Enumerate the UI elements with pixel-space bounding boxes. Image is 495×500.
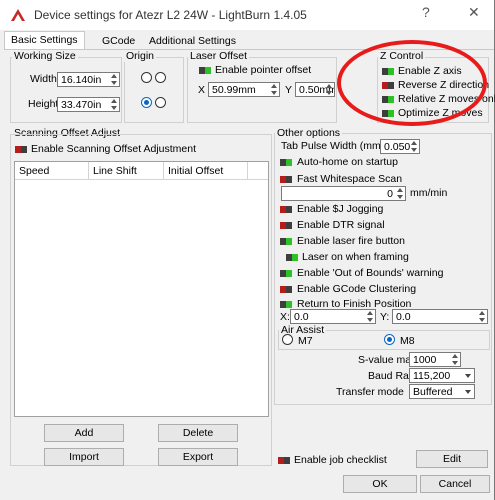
help-button[interactable]: ?: [422, 4, 430, 20]
offset-y-spinner-icon[interactable]: [325, 84, 333, 95]
width-input[interactable]: 16.140in: [57, 72, 120, 87]
width-spinner-icon[interactable]: [110, 74, 118, 85]
origin-bottom-left-radio[interactable]: [141, 97, 152, 108]
tab-gcode[interactable]: GCode: [96, 33, 141, 49]
dtr-label: Enable DTR signal: [297, 219, 385, 231]
height-spinner-icon[interactable]: [110, 99, 118, 110]
air-assist-m8-radio[interactable]: [384, 334, 395, 345]
origin-bottom-right-radio[interactable]: [155, 97, 166, 108]
working-size-group: [10, 57, 122, 123]
offset-x-input[interactable]: 50.99mm: [208, 82, 280, 97]
scanning-offset-table[interactable]: Speed Line Shift Initial Offset: [14, 161, 269, 417]
laser-framing-toggle[interactable]: [286, 254, 298, 261]
fire-button-toggle[interactable]: [280, 238, 292, 245]
finish-x-spinner-icon[interactable]: [366, 311, 374, 322]
auto-home-label: Auto-home on startup: [297, 156, 398, 168]
origin-group: [124, 57, 184, 123]
air-assist-m8-label: M8: [400, 335, 415, 347]
finish-x-input[interactable]: 0.0: [290, 309, 376, 324]
scanning-offset-toggle[interactable]: [15, 146, 27, 153]
out-of-bounds-toggle[interactable]: [280, 270, 292, 277]
offset-x-spinner-icon[interactable]: [270, 84, 278, 95]
return-finish-toggle[interactable]: [280, 301, 292, 308]
offset-y-input[interactable]: 0.50mm: [295, 82, 335, 97]
working-size-title: Working Size: [12, 50, 78, 62]
pointer-offset-toggle[interactable]: [199, 67, 211, 74]
s-value-spinner-icon[interactable]: [451, 354, 459, 365]
tab-pulse-label: Tab Pulse Width (mm): [281, 140, 385, 152]
tab-additional-settings[interactable]: Additional Settings: [143, 33, 242, 49]
job-checklist-toggle[interactable]: [278, 457, 290, 464]
annotation-circle: [337, 40, 487, 126]
pointer-offset-label: Enable pointer offset: [215, 64, 312, 76]
tab-pulse-spinner-icon[interactable]: [410, 141, 418, 152]
import-button[interactable]: Import: [44, 448, 124, 466]
whitespace-speed-input[interactable]: 0: [281, 186, 406, 201]
finish-y-label: Y:: [380, 311, 390, 323]
chevron-down-icon: [465, 374, 471, 378]
s-value-label: S-value max: [358, 354, 417, 366]
tab-basic-settings[interactable]: Basic Settings: [4, 31, 85, 50]
edit-checklist-button[interactable]: Edit: [416, 450, 488, 468]
height-label: Height: [28, 98, 59, 110]
whitespace-spinner-icon[interactable]: [396, 188, 404, 199]
s-value-input[interactable]: 1000: [409, 352, 461, 367]
air-assist-m7-radio[interactable]: [282, 334, 293, 345]
header-divider: [15, 179, 268, 180]
jogging-label: Enable $J Jogging: [297, 203, 384, 215]
scanning-offset-label: Enable Scanning Offset Adjustment: [31, 143, 196, 155]
transfer-mode-label: Transfer mode: [336, 386, 404, 398]
offset-y-label: Y: [285, 84, 293, 96]
height-input[interactable]: 33.470in: [57, 97, 120, 112]
chevron-down-icon: [465, 390, 471, 394]
column-speed[interactable]: Speed: [19, 165, 49, 177]
width-label: Width: [30, 73, 57, 85]
jogging-toggle[interactable]: [280, 206, 292, 213]
origin-top-left-radio[interactable]: [141, 72, 152, 83]
origin-top-right-radio[interactable]: [155, 72, 166, 83]
dtr-toggle[interactable]: [280, 222, 292, 229]
other-options-title: Other options: [275, 127, 343, 139]
gcode-clustering-toggle[interactable]: [280, 286, 292, 293]
ok-button[interactable]: OK: [343, 475, 417, 493]
cancel-button[interactable]: Cancel: [420, 475, 490, 493]
finish-y-spinner-icon[interactable]: [478, 311, 486, 322]
close-button[interactable]: ✕: [468, 4, 480, 21]
add-button[interactable]: Add: [44, 424, 124, 442]
column-divider: [247, 162, 248, 179]
fast-whitespace-label: Fast Whitespace Scan: [297, 173, 403, 185]
lightburn-logo-icon: [11, 9, 25, 21]
column-divider: [88, 162, 89, 179]
fast-whitespace-toggle[interactable]: [280, 176, 292, 183]
origin-title: Origin: [124, 50, 157, 62]
out-of-bounds-label: Enable 'Out of Bounds' warning: [297, 267, 444, 279]
finish-y-input[interactable]: 0.0: [392, 309, 488, 324]
delete-button[interactable]: Delete: [158, 424, 238, 442]
job-checklist-label: Enable job checklist: [294, 454, 387, 466]
column-line-shift[interactable]: Line Shift: [93, 165, 137, 177]
offset-x-label: X: [198, 84, 206, 96]
column-initial-offset[interactable]: Initial Offset: [168, 165, 223, 177]
finish-x-label: X:: [280, 311, 290, 323]
laser-framing-label: Laser on when framing: [302, 251, 409, 263]
air-assist-m7-label: M7: [298, 335, 313, 347]
tab-pulse-input[interactable]: 0.050: [380, 139, 420, 154]
baud-rate-select[interactable]: 115,200: [409, 368, 475, 383]
export-button[interactable]: Export: [158, 448, 238, 466]
whitespace-unit-label: mm/min: [410, 187, 448, 199]
column-divider: [163, 162, 164, 179]
laser-offset-title: Laser Offset: [188, 50, 250, 62]
title-bar: Device settings for Atezr L2 24W - Light…: [0, 0, 495, 30]
window-title: Device settings for Atezr L2 24W - Light…: [34, 8, 307, 22]
gcode-clustering-label: Enable GCode Clustering: [297, 283, 417, 295]
transfer-mode-select[interactable]: Buffered: [409, 384, 475, 399]
auto-home-toggle[interactable]: [280, 159, 292, 166]
fire-button-label: Enable laser fire button: [297, 235, 405, 247]
